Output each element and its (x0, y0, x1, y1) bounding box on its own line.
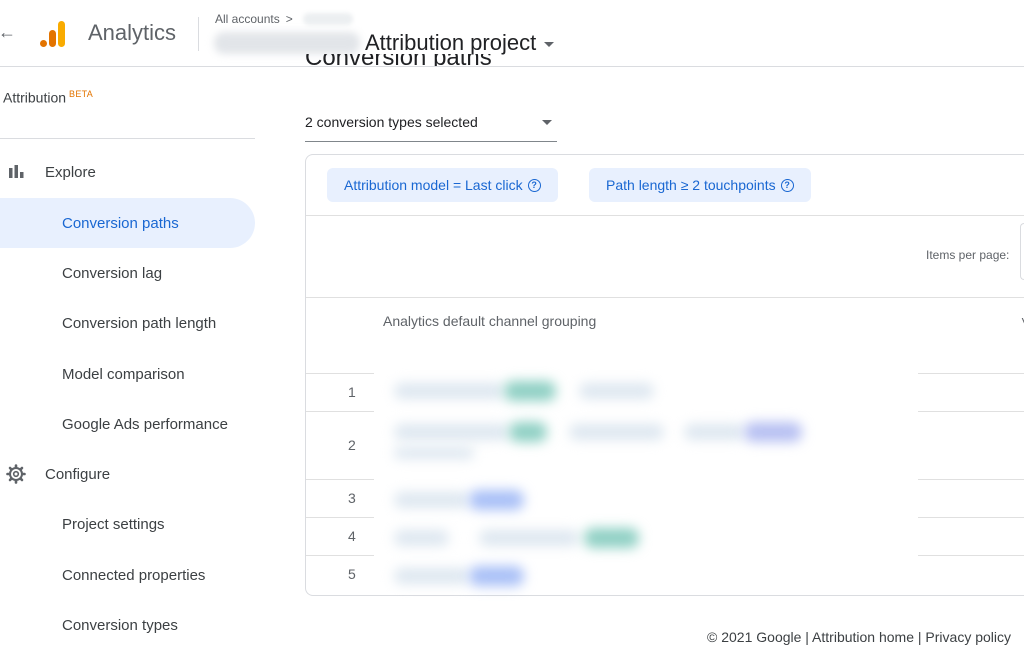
page-title: Conversion paths (305, 54, 492, 66)
sidebar-item-label: Conversion lag (62, 264, 163, 282)
sidebar-item-connected-properties[interactable]: Connected properties (0, 550, 255, 600)
path-length-chip[interactable]: Path length ≥ 2 touchpoints ? (589, 168, 811, 202)
card-divider (306, 297, 1024, 298)
sidebar-item-project-settings[interactable]: Project settings (0, 499, 255, 549)
sidebar-divider (0, 138, 255, 139)
row-number: 1 (348, 384, 356, 400)
row-number: 3 (348, 490, 356, 506)
back-arrow-icon[interactable]: ← (0, 22, 16, 42)
gear-icon (6, 464, 26, 484)
attribution-model-chip[interactable]: Attribution model = Last click ? (327, 168, 558, 202)
sidebar-item-label: Model comparison (62, 365, 185, 383)
blurred-property-name (214, 32, 360, 54)
help-circle-icon[interactable]: ? (527, 178, 541, 192)
dropdown-caret-icon (544, 41, 555, 47)
beta-badge: BETA (69, 89, 94, 99)
dropdown-caret-icon (542, 120, 552, 125)
breadcrumb[interactable]: All accounts > (215, 12, 353, 26)
sidebar-item-conversion-types[interactable]: Conversion types (0, 600, 255, 650)
project-selector[interactable]: Attribution project (365, 30, 555, 56)
sidebar-item-conversion-paths[interactable]: Conversion paths (0, 198, 255, 248)
app-title: Analytics (88, 20, 177, 45)
chevron-right-icon: > (285, 12, 293, 26)
chip-label: Attribution model = Last click (344, 177, 523, 193)
sidebar-section-configure[interactable]: Configure (0, 454, 260, 494)
top-app-bar: ← Analytics All accounts > Attribution p… (0, 0, 1024, 67)
blurred-account-name (302, 13, 353, 25)
header-divider (198, 17, 199, 51)
breadcrumb-all-accounts[interactable]: All accounts (215, 12, 280, 26)
help-circle-icon[interactable]: ? (780, 178, 794, 192)
card-divider (306, 215, 1024, 216)
sidebar: Attribution BETA Explore Conversion paths… (0, 67, 270, 664)
sidebar-heading: Attribution BETA (3, 89, 94, 106)
sidebar-item-google-ads-performance[interactable]: Google Ads performance (0, 399, 255, 449)
sidebar-item-conversion-lag[interactable]: Conversion lag (0, 248, 255, 298)
chip-label: Path length ≥ 2 touchpoints (606, 177, 776, 193)
section-label-explore: Explore (45, 163, 96, 181)
conversion-paths-card: Attribution model = Last click ? Path le… (305, 154, 1024, 596)
sidebar-item-label: Connected properties (62, 566, 206, 584)
sidebar-section-explore[interactable]: Explore (0, 152, 260, 192)
items-per-page-label: Items per page: (926, 248, 1010, 262)
blurred-path-content (374, 359, 918, 591)
analytics-logo-icon[interactable] (38, 18, 70, 50)
sidebar-item-conversion-path-length[interactable]: Conversion path length (0, 298, 255, 348)
conversion-types-value: 2 conversion types selected (305, 114, 478, 130)
row-number: 2 (348, 437, 356, 453)
bar-chart-icon (9, 165, 24, 178)
footer-links[interactable]: © 2021 Google | Attribution home | Priva… (707, 629, 1011, 645)
sidebar-item-label: Conversion paths (62, 214, 179, 232)
sidebar-item-label: Conversion path length (62, 314, 217, 332)
row-number: 4 (348, 528, 356, 544)
section-label-configure: Configure (45, 465, 111, 483)
sidebar-item-label: Google Ads performance (62, 415, 228, 433)
sidebar-item-label: Project settings (62, 515, 165, 533)
conversion-types-select[interactable]: 2 conversion types selected (305, 103, 557, 142)
items-per-page-select[interactable] (1020, 223, 1024, 280)
sidebar-item-label: Conversion types (62, 616, 178, 634)
column-header-channel-grouping[interactable]: Analytics default channel grouping (383, 313, 596, 329)
project-title: Attribution project (365, 30, 537, 55)
row-number: 5 (348, 566, 356, 582)
sidebar-item-model-comparison[interactable]: Model comparison (0, 349, 255, 399)
